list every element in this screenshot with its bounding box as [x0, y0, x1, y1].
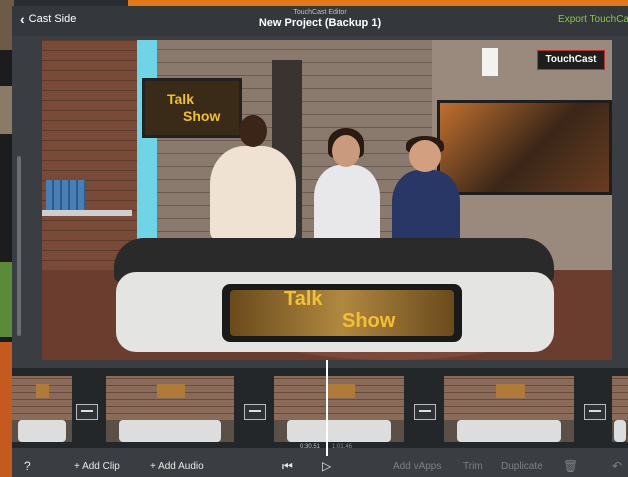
- wall-lamp: [482, 48, 498, 76]
- presenter-center: [314, 165, 380, 245]
- monitor-text-1: Talk: [167, 91, 194, 107]
- project-title: New Project (Backup 1): [258, 17, 382, 29]
- touchcast-editor: ‹ Cast Side TouchCast Editor New Project…: [12, 6, 628, 477]
- editor-subtitle: TouchCast Editor: [293, 9, 347, 16]
- presenter-center-head: [332, 135, 360, 167]
- help-button[interactable]: ?: [24, 459, 31, 473]
- timecode-end: 1:01.46: [332, 444, 353, 450]
- add-vapps-button[interactable]: Add vApps: [393, 461, 441, 472]
- timeline-clip[interactable]: [12, 376, 72, 442]
- scrollbar[interactable]: [17, 156, 21, 336]
- duplicate-button[interactable]: Duplicate: [501, 461, 543, 472]
- add-audio-button[interactable]: + Add Audio: [150, 461, 204, 472]
- desk-screen: Talk Show: [222, 284, 462, 342]
- shelf: [42, 210, 132, 216]
- add-clip-button[interactable]: + Add Clip: [74, 461, 120, 472]
- monitor-text-2: Show: [183, 108, 221, 124]
- cyan-light-bar: [137, 40, 157, 270]
- wall-monitor-left: Talk Show: [142, 78, 242, 138]
- timecode-current: 0:30.51: [300, 444, 321, 450]
- transition-icon[interactable]: [76, 404, 98, 420]
- bottom-toolbar: ? + Add Clip + Add Audio ⏮ ▷ Add vApps T…: [12, 456, 628, 477]
- timeline[interactable]: [12, 368, 628, 448]
- video-preview[interactable]: Talk Show TouchCast Talk Show: [42, 40, 612, 360]
- export-button[interactable]: Export TouchCas: [558, 14, 628, 25]
- timeline-clip[interactable]: [444, 376, 574, 442]
- presenter-right-head: [409, 140, 441, 172]
- desk-text-2: Show: [342, 310, 396, 332]
- transition-icon[interactable]: [584, 404, 606, 420]
- wall-monitor-right: [437, 100, 612, 195]
- trash-icon[interactable]: 🗑: [563, 459, 578, 473]
- books: [46, 180, 86, 210]
- timeline-clip[interactable]: [274, 376, 404, 442]
- nav-bar: ‹ Cast Side TouchCast Editor New Project…: [12, 6, 628, 36]
- transition-icon[interactable]: [414, 404, 436, 420]
- undo-icon[interactable]: ↶: [612, 459, 622, 473]
- presenter-left: [210, 146, 296, 241]
- timeline-clip[interactable]: [612, 376, 628, 442]
- presenter-left-head: [239, 115, 267, 147]
- skip-to-start-icon[interactable]: ⏮: [282, 459, 293, 474]
- playhead[interactable]: [326, 360, 328, 468]
- desk-text-1: Talk: [284, 288, 323, 310]
- touchcast-logo: TouchCast: [537, 50, 605, 70]
- timeline-clip[interactable]: [106, 376, 234, 442]
- play-icon[interactable]: ▷: [322, 459, 331, 473]
- trim-button[interactable]: Trim: [463, 461, 483, 472]
- transition-icon[interactable]: [244, 404, 266, 420]
